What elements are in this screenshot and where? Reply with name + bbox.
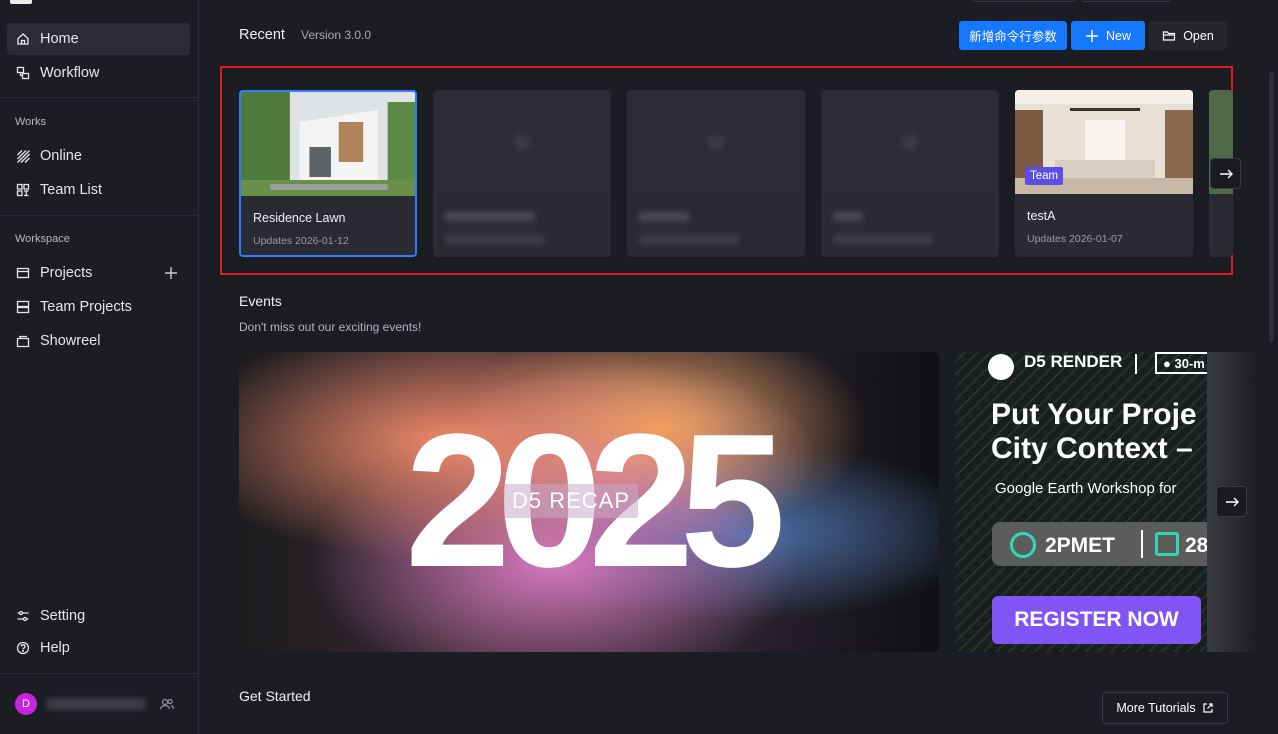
register-now-button[interactable]: REGISTER NOW (992, 596, 1201, 644)
add-project-icon[interactable] (163, 265, 179, 281)
plus-icon (1085, 29, 1098, 42)
grid-icon (16, 183, 30, 197)
arrow-right-icon (1219, 169, 1233, 178)
banner-headline: Put Your Proje City Context – (991, 398, 1197, 466)
team-badge: Team (1025, 167, 1064, 185)
banner-subtitle: Google Earth Workshop for (995, 480, 1177, 497)
clock-icon (1010, 532, 1036, 558)
server-icon (16, 300, 30, 314)
version-label: Version 3.0.0 (301, 28, 372, 42)
sidebar: Home Workflow Works Online Team List Wor… (0, 0, 199, 734)
event-banner-recap[interactable]: 2025 D5 RECAP (239, 352, 939, 652)
sidebar-item-home[interactable]: Home (7, 23, 190, 55)
app-logo (10, 0, 32, 4)
button-label: New (1105, 28, 1131, 43)
button-label: More Tutorials (1116, 701, 1196, 715)
card-updated: Updates 2026-01-12 (253, 235, 349, 247)
workflow-icon (16, 66, 30, 80)
divider (0, 673, 199, 674)
get-started-title: Get Started (239, 688, 311, 704)
sidebar-item-label: Home (40, 31, 79, 47)
workspace-heading: Workspace (15, 233, 70, 245)
banner-recap-label: D5 RECAP (504, 484, 639, 518)
button-label: 新增命令行参数 (969, 30, 1057, 44)
events-next-button[interactable] (1216, 486, 1247, 517)
avatar[interactable]: D (15, 693, 37, 715)
sidebar-item-label: Showreel (40, 333, 101, 349)
add-cmd-args-button[interactable]: 新增命令行参数 (959, 21, 1067, 50)
sidebar-item-label: Team List (40, 182, 103, 198)
headline-line: City Context – (991, 432, 1193, 465)
sidebar-item-label: Workflow (40, 65, 100, 81)
sidebar-item-online[interactable]: Online (7, 140, 190, 172)
divider (1135, 354, 1137, 374)
card-title: testA (1027, 209, 1056, 223)
user-name-redacted (46, 698, 146, 710)
recent-card-residence-lawn[interactable]: Residence Lawn Updates 2026-01-12 (239, 90, 417, 257)
main-content: Recent Version 3.0.0 新增命令行参数 New Open Re… (199, 0, 1278, 734)
open-project-button[interactable]: Open (1149, 21, 1227, 50)
recent-card-redacted[interactable] (821, 90, 999, 257)
sidebar-item-showreel[interactable]: Showreel (7, 325, 190, 357)
more-tutorials-button[interactable]: More Tutorials (1102, 692, 1228, 724)
placeholder-thumbnail (433, 90, 611, 194)
recent-card-redacted[interactable] (627, 90, 805, 257)
sidebar-item-help[interactable]: Help (7, 632, 190, 664)
showreel-icon (16, 334, 30, 348)
home-icon (16, 32, 30, 46)
headline-line: Put Your Proje (991, 398, 1197, 431)
scrollbar[interactable] (1269, 72, 1274, 342)
folder-open-icon (1163, 30, 1176, 41)
banner-date: 28 (1185, 534, 1207, 557)
toolbar-ghost-button (972, 0, 1076, 2)
folder-icon (16, 266, 30, 280)
sidebar-item-label: Help (40, 640, 70, 656)
toolbar-ghost-button (1082, 0, 1170, 2)
placeholder-thumbnail (821, 90, 999, 194)
d5-logo-icon (988, 354, 1014, 380)
online-icon (16, 149, 30, 163)
sidebar-item-label: Team Projects (40, 299, 132, 315)
sidebar-item-workflow[interactable]: Workflow (7, 57, 190, 89)
card-title: Residence Lawn (253, 211, 346, 225)
button-label: Open (1183, 28, 1214, 43)
events-title: Events (239, 293, 282, 309)
recent-card-testa[interactable]: Team testA Updates 2026-01-07 (1015, 90, 1193, 257)
recent-card-redacted[interactable] (433, 90, 611, 257)
banner-brand: D5 RENDER (1024, 352, 1123, 371)
recent-next-button[interactable] (1210, 158, 1241, 189)
divider (0, 97, 199, 98)
card-updated: Updates 2026-01-07 (1027, 233, 1123, 245)
works-heading: Works (15, 116, 46, 128)
team-icon[interactable] (159, 696, 175, 712)
sidebar-item-label: Online (40, 148, 82, 164)
new-project-button[interactable]: New (1071, 21, 1145, 50)
project-thumbnail (241, 92, 415, 196)
help-icon (16, 641, 30, 655)
placeholder-thumbnail (627, 90, 805, 194)
banner-time: 2PMET (1045, 534, 1116, 557)
calendar-icon (1155, 532, 1179, 556)
external-link-icon (1202, 703, 1213, 713)
sidebar-item-label: Projects (40, 265, 93, 281)
settings-sliders-icon (16, 609, 30, 623)
divider (1141, 530, 1143, 558)
divider (0, 215, 199, 216)
recent-title: Recent (239, 27, 285, 43)
sidebar-item-label: Setting (40, 608, 86, 624)
banner-duration-tag: ● 30-m (1155, 352, 1207, 374)
events-subtitle: Don't miss out our exciting events! (239, 320, 422, 334)
event-banner-workshop[interactable]: D5 RENDER ● 30-m Put Your Proje City Con… (955, 352, 1207, 652)
sidebar-item-setting[interactable]: Setting (7, 600, 190, 632)
sidebar-item-team-projects[interactable]: Team Projects (7, 291, 190, 323)
sidebar-item-team-list[interactable]: Team List (7, 174, 190, 206)
arrow-right-icon (1225, 497, 1239, 506)
